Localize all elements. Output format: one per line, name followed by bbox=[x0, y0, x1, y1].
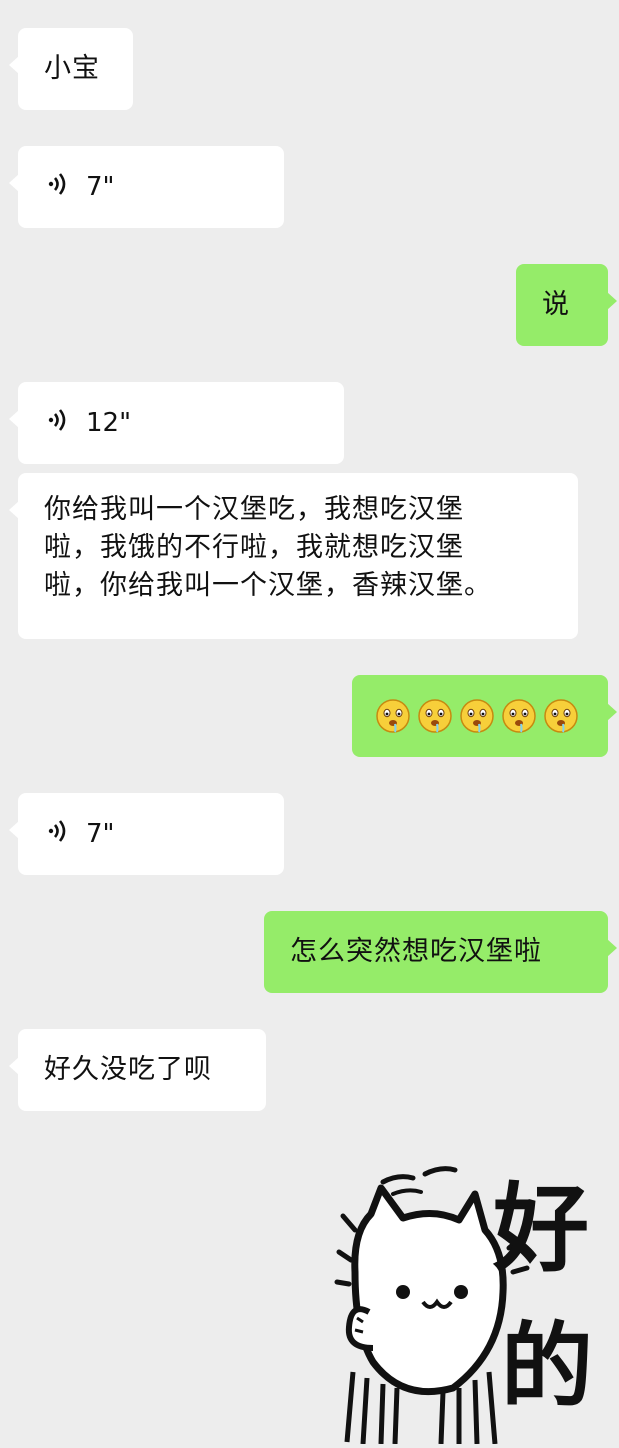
incoming-voice-bubble[interactable]: 7" bbox=[9, 146, 284, 228]
outgoing-text-bubble[interactable]: 说 bbox=[516, 264, 617, 346]
message-line: 啦，我饿的不行啦，我就想吃汉堡 bbox=[44, 532, 464, 563]
drooling-face-icon bbox=[500, 697, 538, 735]
sticker-char-2: 的 bbox=[501, 1313, 593, 1420]
voice-duration: 12" bbox=[86, 408, 132, 438]
incoming-text-bubble[interactable]: 好久没吃了呗 bbox=[9, 1029, 266, 1111]
drooling-face-icon bbox=[416, 697, 454, 735]
incoming-text-bubble[interactable]: 小宝 bbox=[9, 28, 133, 110]
drooling-face-icon bbox=[458, 697, 496, 735]
voice-duration: 7" bbox=[86, 172, 115, 202]
incoming-voice-bubble[interactable]: 12" bbox=[9, 382, 344, 464]
voice-wave-icon bbox=[44, 406, 72, 441]
outgoing-text-bubble[interactable]: 怎么突然想吃汉堡啦 bbox=[264, 911, 617, 993]
incoming-text-bubble[interactable]: 你给我叫一个汉堡吃，我想吃汉堡 啦，我饿的不行啦，我就想吃汉堡 啦，你给我叫一个… bbox=[9, 473, 578, 639]
cat-sticker-icon: 好 的 bbox=[334, 1166, 593, 1445]
drooling-face-icon bbox=[542, 697, 580, 735]
message-text: 怎么突然想吃汉堡啦 bbox=[290, 936, 542, 967]
incoming-voice-bubble[interactable]: 7" bbox=[9, 793, 284, 875]
message-text: 说 bbox=[542, 289, 570, 320]
sticker-char-1: 好 bbox=[492, 1173, 589, 1285]
message-line: 啦，你给我叫一个汉堡，香辣汉堡。 bbox=[44, 570, 492, 601]
message-line: 你给我叫一个汉堡吃，我想吃汉堡 bbox=[44, 494, 464, 525]
drooling-face-icon bbox=[374, 697, 412, 735]
message-text: 好久没吃了呗 bbox=[44, 1054, 212, 1085]
voice-wave-icon bbox=[44, 170, 72, 205]
voice-wave-icon bbox=[44, 817, 72, 852]
cat-sticker[interactable]: 好 的 bbox=[333, 1152, 619, 1445]
voice-duration: 7" bbox=[86, 819, 115, 849]
message-text: 小宝 bbox=[44, 53, 100, 84]
outgoing-emoji-bubble[interactable] bbox=[352, 675, 617, 757]
